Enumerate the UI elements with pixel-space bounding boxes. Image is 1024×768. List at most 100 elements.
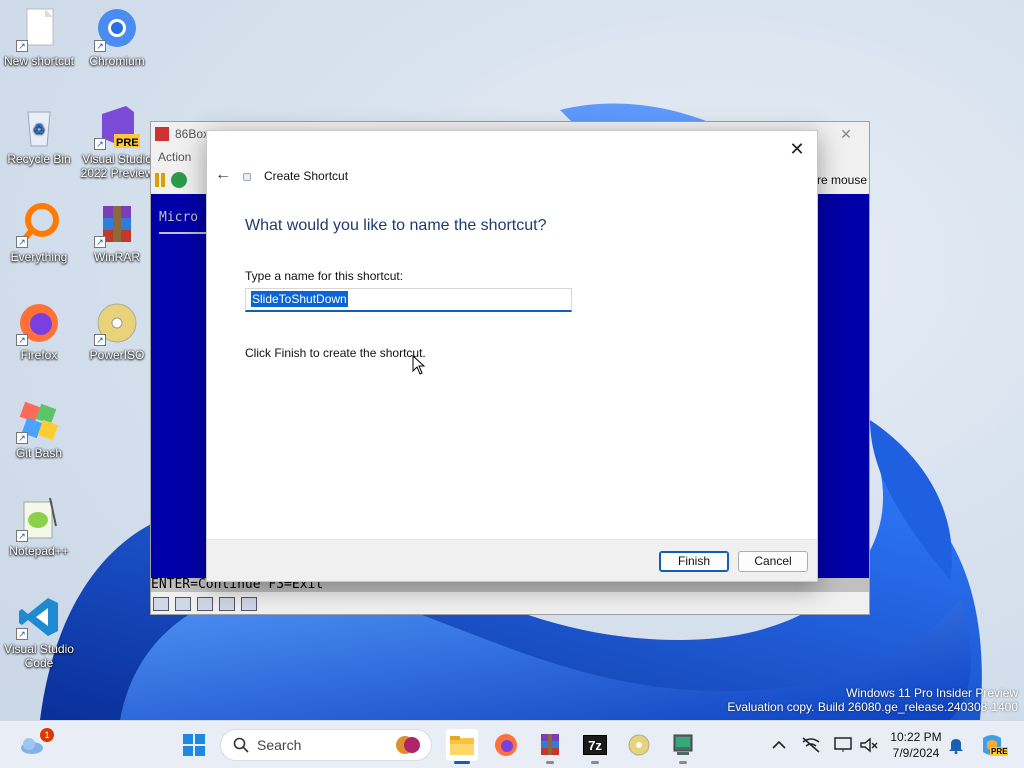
- desktop-icon-firefox[interactable]: ↗ Firefox: [0, 300, 78, 362]
- vscode-icon: ↗: [16, 594, 62, 640]
- desktop-icon-label: Visual Studio Code: [4, 642, 74, 670]
- dialog-title: Create Shortcut: [264, 169, 349, 183]
- desktop-icon-label: Chromium: [89, 54, 145, 68]
- taskbar-7zip[interactable]: 7z: [579, 729, 611, 764]
- desktop-icon-git-bash[interactable]: ↗ Git Bash: [0, 398, 78, 460]
- chromium-icon: ↗: [94, 6, 140, 52]
- desktop-icon-label: Firefox: [20, 348, 58, 362]
- desktop-icon-winrar[interactable]: ↗ WinRAR: [78, 202, 156, 264]
- pre-badge: PRE: [116, 137, 139, 149]
- mouse-cursor-icon: [412, 355, 426, 375]
- clock-time: 10:22 PM: [890, 730, 942, 744]
- tray-overflow-chevron[interactable]: [763, 729, 795, 761]
- git-bash-icon: ↗: [16, 398, 62, 444]
- network-icon[interactable]: [197, 597, 213, 611]
- desktop-icon-recycle-bin[interactable]: ♻ Recycle Bin: [0, 104, 78, 166]
- network-disconnected-icon: [802, 737, 820, 753]
- taskbar-winrar[interactable]: [534, 729, 566, 764]
- desktop-icon-new-shortcut[interactable]: ↗ New shortcut: [0, 6, 78, 68]
- desktop-icon-label: WinRAR: [93, 250, 140, 264]
- recycle-bin-icon: ♻: [16, 104, 62, 150]
- 7zip-icon: 7z: [583, 735, 607, 755]
- notepad-plus-plus-icon: ↗: [16, 496, 62, 542]
- desktop-icon-notepad-plus-plus[interactable]: ↗ Notepad++: [0, 496, 78, 558]
- taskbar-clock[interactable]: 10:22 PM 7/9/2024: [884, 729, 948, 761]
- clock-date: 7/9/2024: [892, 746, 940, 760]
- create-shortcut-dialog[interactable]: ✕ ← Create Shortcut What would you like …: [206, 130, 818, 582]
- taskbar-poweriso[interactable]: [623, 729, 655, 761]
- dialog-footer: Finish Cancel: [207, 539, 817, 581]
- winrar-icon: [541, 734, 559, 755]
- desktop-icon-label: Notepad++: [9, 544, 69, 558]
- windows-logo-icon: [183, 734, 205, 756]
- finish-button[interactable]: Finish: [659, 551, 729, 572]
- desktop-icon-visual-studio-code[interactable]: ↗ Visual Studio Code: [0, 594, 78, 670]
- cancel-button[interactable]: Cancel: [738, 551, 808, 572]
- 86box-close-button[interactable]: ✕: [823, 126, 869, 143]
- desktop-icon-chromium[interactable]: ↗ Chromium: [78, 6, 156, 68]
- reset-icon[interactable]: [171, 172, 187, 188]
- sound-icon[interactable]: [241, 597, 257, 611]
- watermark-line-1: Windows 11 Pro Insider Preview: [846, 686, 1018, 700]
- taskbar-firefox[interactable]: [490, 729, 522, 761]
- floppy-icon[interactable]: [153, 597, 169, 611]
- 86box-statusbar: [151, 594, 869, 614]
- weather-notification-badge: 1: [40, 728, 54, 742]
- hdd-icon[interactable]: [219, 597, 235, 611]
- everything-icon: ↗: [16, 202, 62, 248]
- 86box-title: 86Box: [175, 127, 210, 141]
- taskbar-86box[interactable]: [667, 729, 699, 764]
- 86box-app-icon: [155, 127, 169, 141]
- start-button[interactable]: [178, 729, 210, 761]
- display-icon: [834, 737, 852, 752]
- menu-action[interactable]: Action: [158, 150, 191, 164]
- search-icon: [233, 737, 249, 753]
- firefox-icon: ↗: [16, 300, 62, 346]
- chevron-up-icon: [772, 740, 786, 749]
- search-placeholder: Search: [257, 737, 302, 753]
- close-icon[interactable]: ✕: [785, 137, 809, 161]
- visual-studio-icon: ↗ PRE: [94, 104, 140, 150]
- volume-muted-icon: [860, 737, 878, 753]
- tray-volume[interactable]: [853, 729, 885, 761]
- file-explorer-icon: [450, 736, 474, 755]
- taskbar-search[interactable]: Search: [220, 729, 432, 761]
- running-indicator: [679, 761, 687, 764]
- desktop-icon-label: PowerISO: [89, 348, 145, 362]
- tray-network[interactable]: [795, 729, 827, 761]
- desktop-icon-label: Everything: [10, 250, 68, 264]
- winrar-icon: ↗: [94, 202, 140, 248]
- desktop-icon-label: New shortcut: [3, 54, 75, 68]
- desktop-icon-label: Visual Studio 2022 Preview: [80, 152, 154, 180]
- poweriso-icon: [628, 734, 650, 756]
- desktop-icon-label: Git Bash: [15, 446, 63, 460]
- dialog-heading: What would you like to name the shortcut…: [245, 217, 547, 234]
- desktop-icon-poweriso[interactable]: ↗ PowerISO: [78, 300, 156, 362]
- desktop-icon-visual-studio[interactable]: ↗ PRE Visual Studio 2022 Preview: [78, 104, 156, 180]
- shortcut-name-input[interactable]: SlideToShutDown: [245, 288, 572, 312]
- bell-icon: [949, 739, 963, 754]
- cdrom-icon[interactable]: [175, 597, 191, 611]
- copilot-pre-badge: PRE: [990, 747, 1009, 756]
- shortcut-name-value: SlideToShutDown: [251, 291, 348, 307]
- weather-widget[interactable]: 1: [16, 728, 54, 761]
- taskbar-file-explorer[interactable]: [446, 729, 478, 764]
- desktop-icon-everything[interactable]: ↗ Everything: [0, 202, 78, 264]
- shortcut-name-label: Type a name for this shortcut:: [245, 269, 404, 283]
- poweriso-icon: ↗: [94, 300, 140, 346]
- firefox-icon: [495, 734, 517, 756]
- emulated-screen-rule: [159, 232, 209, 234]
- 86box-icon: [673, 734, 693, 755]
- notifications-button[interactable]: [940, 729, 972, 761]
- finish-instruction-text: Click Finish to create the shortcut.: [245, 346, 426, 360]
- watermark-line-2: Evaluation copy. Build 26080.ge_release.…: [727, 700, 1018, 714]
- back-arrow-icon[interactable]: ←: [213, 165, 233, 185]
- desktop-icon-label: Recycle Bin: [7, 152, 71, 166]
- toolbar-right-text[interactable]: re mouse: [817, 173, 867, 187]
- copilot-button[interactable]: PRE: [976, 729, 1009, 761]
- emulated-screen-text: Micro: [159, 210, 199, 225]
- running-indicator: [591, 761, 599, 764]
- windows-watermark: Windows 11 Pro Insider Preview Evaluatio…: [727, 686, 1018, 714]
- pause-icon[interactable]: [155, 173, 165, 187]
- active-indicator: [454, 761, 470, 764]
